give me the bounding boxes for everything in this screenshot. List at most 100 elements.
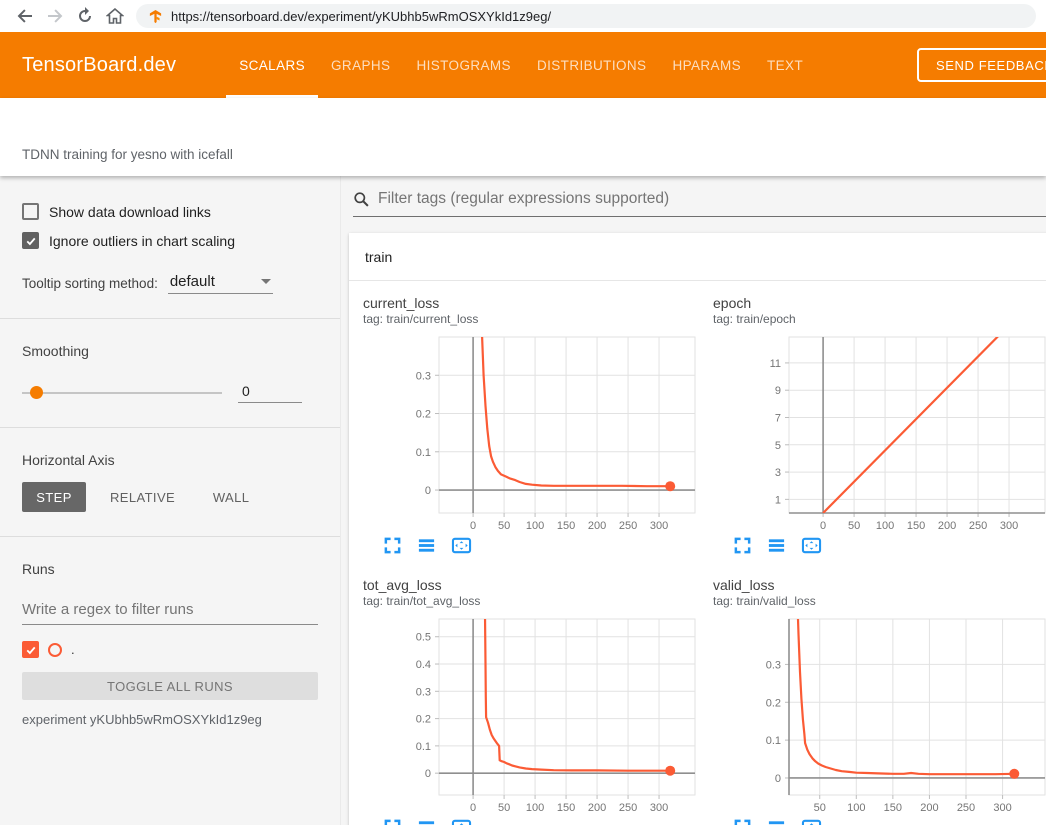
svg-text:200: 200 [920, 802, 938, 814]
tab-histograms[interactable]: HISTOGRAMS [403, 32, 524, 98]
fullscreen-icon[interactable] [383, 818, 402, 825]
url-text: https://tensorboard.dev/experiment/yKUbh… [171, 9, 551, 24]
chart-title: current_loss [363, 295, 701, 311]
svg-text:100: 100 [526, 520, 544, 532]
fullscreen-icon[interactable] [733, 818, 752, 825]
show-download-links-checkbox[interactable]: Show data download links [22, 203, 318, 220]
runs-filter-input[interactable] [22, 595, 318, 625]
svg-text:11: 11 [770, 358, 781, 370]
data-table-icon[interactable] [417, 536, 436, 555]
svg-text:150: 150 [557, 520, 575, 532]
svg-text:0: 0 [470, 802, 476, 814]
send-feedback-button[interactable]: SEND FEEDBACK [917, 48, 1046, 82]
line-chart[interactable]: 5010015020025030000.10.20.3 [713, 614, 1046, 814]
smoothing-value-field[interactable]: 0 [238, 383, 302, 403]
line-chart[interactable]: 0501001502002503001357911 [713, 332, 1046, 532]
home-icon[interactable] [100, 2, 130, 30]
axis-wall-button[interactable]: WALL [199, 482, 263, 512]
chart-epoch: epoch tag: train/epoch 05010015020025030… [713, 295, 1046, 555]
svg-text:250: 250 [619, 802, 637, 814]
chart-tag: tag: train/epoch [713, 312, 1046, 326]
horizontal-axis-label: Horizontal Axis [22, 452, 318, 468]
chart-tag: tag: train/tot_avg_loss [363, 594, 701, 608]
svg-text:250: 250 [619, 520, 637, 532]
svg-text:9: 9 [775, 385, 781, 397]
tab-scalars[interactable]: SCALARS [226, 32, 318, 98]
data-table-icon[interactable] [767, 536, 786, 555]
svg-text:300: 300 [650, 802, 668, 814]
svg-text:50: 50 [848, 520, 860, 532]
reload-icon[interactable] [70, 2, 100, 30]
app-header: TensorBoard.dev SCALARS GRAPHS HISTOGRAM… [0, 32, 1046, 98]
settings-sidebar: Show data download links Ignore outliers… [0, 176, 341, 825]
svg-text:50: 50 [814, 802, 826, 814]
svg-text:100: 100 [847, 802, 865, 814]
svg-text:0: 0 [425, 485, 431, 497]
tab-text[interactable]: TEXT [754, 32, 816, 98]
forward-icon[interactable] [40, 2, 70, 30]
tooltip-sorting-select[interactable]: default [168, 273, 273, 294]
chart-valid-loss: valid_loss tag: train/valid_loss 5010015… [713, 577, 1046, 825]
checkbox-unchecked-icon [22, 203, 39, 220]
chart-tag: tag: train/valid_loss [713, 594, 1046, 608]
svg-text:0.3: 0.3 [416, 370, 431, 382]
slider-thumb[interactable] [30, 386, 43, 399]
svg-text:150: 150 [907, 520, 925, 532]
section-header-train[interactable]: train [349, 233, 1046, 281]
svg-text:0.2: 0.2 [416, 409, 431, 421]
back-icon[interactable] [10, 2, 40, 30]
svg-text:0.4: 0.4 [416, 659, 431, 671]
toggle-all-runs-button[interactable]: TOGGLE ALL RUNS [22, 672, 318, 700]
svg-text:50: 50 [498, 802, 510, 814]
search-icon [353, 191, 370, 208]
data-table-icon[interactable] [767, 818, 786, 825]
svg-text:0.1: 0.1 [416, 447, 431, 459]
svg-text:3: 3 [775, 467, 781, 479]
chevron-down-icon [261, 279, 271, 284]
svg-text:7: 7 [775, 412, 781, 424]
chart-title: tot_avg_loss [363, 577, 701, 593]
smoothing-label: Smoothing [22, 343, 318, 359]
tab-hparams[interactable]: HPARAMS [659, 32, 754, 98]
fit-domain-icon[interactable] [451, 818, 472, 825]
divider [0, 318, 340, 319]
charts-grid: current_loss tag: train/current_loss 050… [349, 281, 1046, 825]
experiment-title-bar: TDNN training for yesno with icefall [0, 98, 1046, 176]
run-color-swatch-icon [48, 643, 62, 657]
axis-step-button[interactable]: STEP [22, 482, 86, 512]
run-name: . [71, 642, 75, 657]
app-logo[interactable]: TensorBoard.dev [22, 54, 176, 77]
svg-text:5: 5 [775, 440, 781, 452]
tag-filter-input[interactable] [378, 190, 1046, 208]
svg-text:300: 300 [1000, 520, 1018, 532]
address-bar[interactable]: https://tensorboard.dev/experiment/yKUbh… [136, 4, 1036, 28]
svg-text:250: 250 [969, 520, 987, 532]
experiment-id-label: experiment yKUbhb5wRmOSXYkId1z9eg [22, 712, 318, 727]
run-checkbox-checked-icon[interactable] [22, 641, 39, 658]
chart-tot-avg-loss: tot_avg_loss tag: train/tot_avg_loss 0 50… [363, 577, 701, 825]
svg-text:0.2: 0.2 [416, 714, 431, 726]
svg-text:250: 250 [957, 802, 975, 814]
train-section-card: train current_loss tag: train/current_lo… [349, 233, 1046, 825]
tab-graphs[interactable]: GRAPHS [318, 32, 403, 98]
svg-text:1: 1 [775, 494, 781, 506]
tab-distributions[interactable]: DISTRIBUTIONS [524, 32, 659, 98]
fit-domain-icon[interactable] [801, 818, 822, 825]
svg-text:50: 50 [498, 520, 510, 532]
run-list-item[interactable]: . [22, 641, 318, 658]
axis-relative-button[interactable]: RELATIVE [100, 482, 185, 512]
browser-toolbar: https://tensorboard.dev/experiment/yKUbh… [0, 0, 1046, 32]
data-table-icon[interactable] [417, 818, 436, 825]
scalars-dashboard: train current_loss tag: train/current_lo… [341, 176, 1046, 825]
line-chart[interactable]: 05010015020025030000.10.20.3 [363, 332, 701, 532]
line-chart[interactable]: 05010015020025030000.10.20.30.40.5 [363, 614, 701, 814]
svg-text:300: 300 [993, 802, 1011, 814]
smoothing-slider[interactable] [22, 392, 222, 394]
fit-domain-icon[interactable] [451, 536, 472, 555]
svg-text:0: 0 [425, 768, 431, 780]
fit-domain-icon[interactable] [801, 536, 822, 555]
fullscreen-icon[interactable] [733, 536, 752, 555]
ignore-outliers-checkbox[interactable]: Ignore outliers in chart scaling [22, 232, 318, 249]
fullscreen-icon[interactable] [383, 536, 402, 555]
tooltip-sorting-label: Tooltip sorting method: [22, 276, 158, 294]
